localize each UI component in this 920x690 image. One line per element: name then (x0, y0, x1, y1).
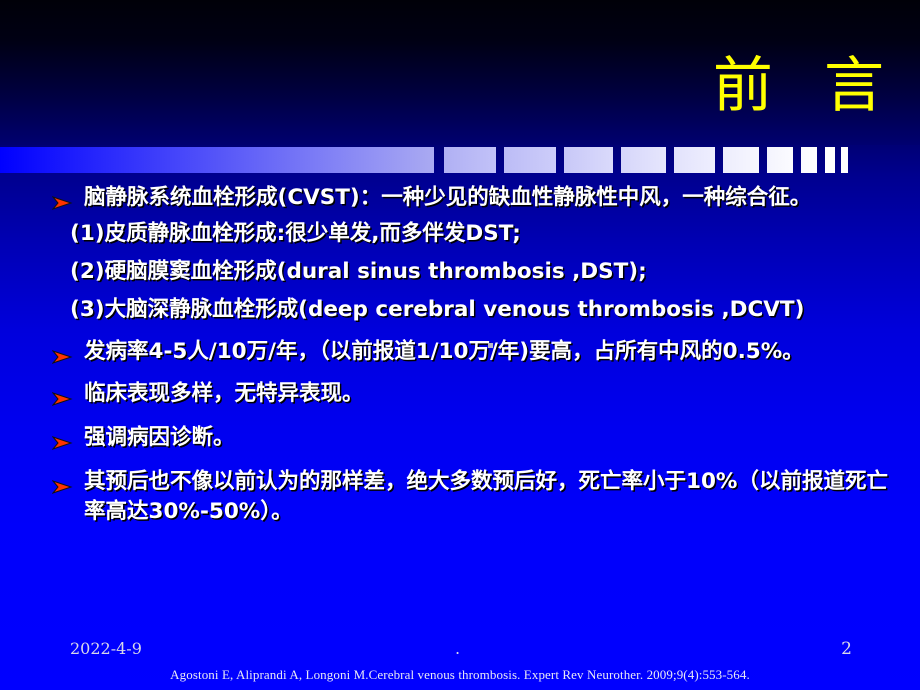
arrow-bullet-icon (51, 190, 74, 211)
divider-segment (564, 147, 613, 173)
bullet-text: 发病率4-5人/10万/年，（以前报道1/10万/年)要高，占所有中风的0.5%… (84, 339, 804, 364)
divider-segment (825, 147, 835, 173)
decorative-gradient-bar (0, 147, 920, 173)
bullet-text: 其预后也不像以前认为的那样差，绝大多数预后好，死亡率小于10%（以前报道死亡率高… (84, 469, 888, 524)
bullet-item: 脑静脉系统血栓形成(CVST)：一种少见的缺血性静脉性中风，一种综合征。 (0, 183, 920, 213)
bullet-item: 强调病因诊断。 (0, 423, 920, 453)
bullet-text: 脑静脉系统血栓形成(CVST)：一种少见的缺血性静脉性中风，一种综合征。 (84, 185, 812, 210)
arrow-bullet-icon (51, 344, 74, 365)
divider-segment (504, 147, 556, 173)
divider-segment (841, 147, 848, 173)
footer-citation: Agostoni E, Aliprandi A, Longoni M.Cereb… (170, 667, 750, 682)
sub-item: (3)大脑深静脉血栓形成(deep cerebral venous thromb… (0, 291, 920, 329)
divider-segment (621, 147, 666, 173)
sub-item-label: (1)皮质静脉血栓形成:很少单发,而多伴发DST; (70, 221, 521, 246)
divider-segment (674, 147, 715, 173)
divider-segment (723, 147, 759, 173)
bullet-item: 发病率4-5人/10万/年，（以前报道1/10万/年)要高，占所有中风的0.5%… (0, 337, 920, 367)
divider-segment (0, 147, 434, 173)
arrow-bullet-icon (51, 430, 74, 451)
sub-item: (2)硬脑膜窦血栓形成(dural sinus thrombosis ,DST)… (0, 253, 920, 291)
footer-page-number: 2 (841, 639, 852, 659)
slide-title: 前 言 (712, 51, 900, 121)
sub-item-label: (2)硬脑膜窦血栓形成(dural sinus thrombosis ,DST)… (70, 259, 647, 284)
sub-item: (1)皮质静脉血栓形成:很少单发,而多伴发DST; (0, 215, 920, 253)
slide-content: 脑静脉系统血栓形成(CVST)：一种少见的缺血性静脉性中风，一种综合征。 (1)… (0, 183, 920, 529)
cursor-artifact (488, 343, 493, 348)
bullet-text: 强调病因诊断。 (84, 425, 235, 450)
footer-date: 2022-4-9 (70, 639, 142, 658)
arrow-bullet-icon (51, 386, 74, 407)
arrow-bullet-icon (51, 474, 74, 495)
bullet-item: 其预后也不像以前认为的那样差，绝大多数预后好，死亡率小于10%（以前报道死亡率高… (0, 467, 920, 527)
presentation-slide: 前 言 脑静脉系统血栓形成(CVST)：一种少见的缺血性静脉性中风，一种综合征。… (0, 0, 920, 690)
bullet-item: 临床表现多样，无特异表现。 (0, 379, 920, 409)
divider-segment (767, 147, 793, 173)
bullet-text: 临床表现多样，无特异表现。 (84, 381, 364, 406)
sub-item-label: (3)大脑深静脉血栓形成(deep cerebral venous thromb… (70, 297, 805, 322)
divider-segment (801, 147, 817, 173)
divider-segment (444, 147, 496, 173)
footer-center-mark: . (455, 639, 461, 658)
